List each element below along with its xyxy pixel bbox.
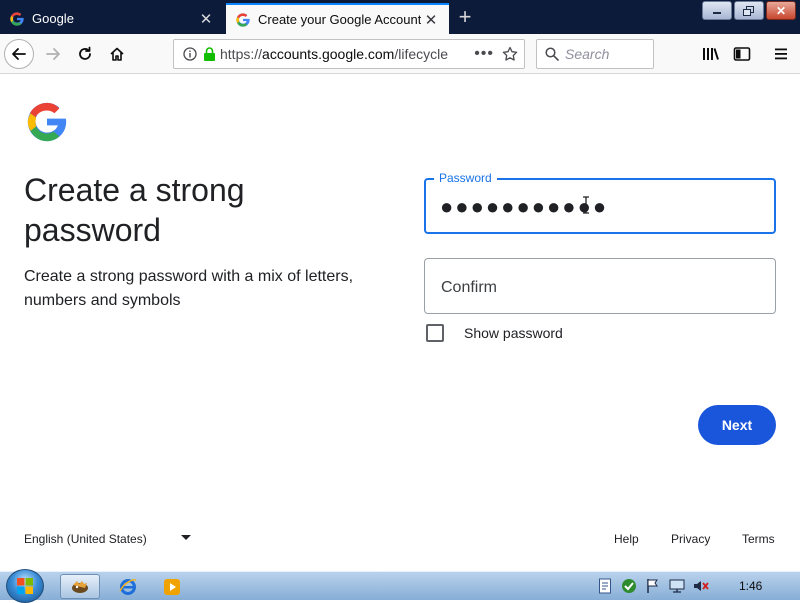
next-button[interactable]: Next (698, 405, 776, 445)
taskbar-firefox-button[interactable] (60, 574, 100, 599)
home-icon[interactable] (102, 39, 132, 69)
firefox-app-icon (72, 580, 88, 593)
show-password-toggle[interactable]: Show password (426, 324, 563, 342)
page-subtitle: Create a strong password with a mix of l… (24, 268, 354, 309)
forward-arrow-icon[interactable] (38, 39, 68, 69)
system-tray (596, 577, 710, 595)
footer-link-terms[interactable]: Terms (742, 532, 775, 546)
new-tab-plus-icon[interactable]: + (452, 5, 478, 31)
page-footer: English (United States) Help Privacy Ter… (0, 528, 800, 550)
google-g-icon (235, 12, 251, 28)
window-controls: ✕ (702, 1, 796, 20)
show-password-label[interactable]: Show password (464, 325, 563, 341)
tab-title: Create your Google Account (258, 12, 421, 27)
reload-icon[interactable] (70, 39, 100, 69)
password-field-label: Password (434, 171, 497, 185)
security-check-icon[interactable] (620, 577, 638, 595)
language-selector[interactable]: English (United States) (24, 532, 147, 546)
tab-strip: Google ✕ Create your Google Account ✕ + … (0, 0, 800, 34)
footer-link-help[interactable]: Help (614, 532, 639, 546)
taskbar-media-player-button[interactable] (152, 574, 192, 599)
url-scheme: https:// (220, 46, 263, 62)
volume-muted-icon[interactable] (692, 577, 710, 595)
action-center-flag-icon[interactable] (644, 577, 662, 595)
page-actions-ellipsis-icon[interactable]: ••• (474, 45, 494, 63)
search-placeholder: Search (565, 46, 610, 62)
tab-create-account[interactable]: Create your Google Account ✕ (226, 3, 449, 34)
search-icon (545, 47, 559, 61)
address-bar[interactable]: https://accounts.google.com/lifecycle ••… (173, 39, 525, 69)
back-arrow-icon[interactable] (4, 39, 34, 69)
close-tab-icon[interactable]: ✕ (421, 10, 441, 30)
url-text[interactable]: https://accounts.google.com/lifecycle (220, 46, 460, 62)
show-password-checkbox[interactable] (426, 324, 444, 342)
dropdown-arrow-icon[interactable] (181, 535, 191, 540)
search-bar[interactable]: Search (536, 39, 654, 69)
taskbar-ie-button[interactable] (108, 574, 148, 599)
url-path: /lifecycle (394, 46, 449, 62)
close-tab-icon[interactable]: ✕ (196, 9, 216, 29)
text-cursor-icon (582, 196, 590, 219)
windows-taskbar: 1:46 (0, 569, 800, 603)
navigation-toolbar: https://accounts.google.com/lifecycle ••… (0, 34, 800, 74)
confirm-password-field[interactable]: Confirm (424, 258, 776, 314)
internet-explorer-icon (119, 578, 137, 595)
document-tray-icon[interactable] (596, 577, 614, 595)
network-icon[interactable] (668, 577, 686, 595)
bookmark-star-icon[interactable] (502, 46, 518, 62)
page-title: Create a strong password (24, 172, 245, 248)
close-window-icon[interactable]: ✕ (766, 1, 796, 20)
restore-icon[interactable] (734, 1, 764, 20)
google-g-icon (9, 11, 25, 27)
library-icon[interactable] (696, 39, 726, 69)
start-button[interactable] (6, 569, 44, 603)
media-player-icon (164, 578, 180, 595)
footer-link-privacy[interactable]: Privacy (671, 532, 710, 546)
windows-logo-icon (17, 578, 33, 594)
taskbar-clock[interactable]: 1:46 (739, 579, 762, 593)
sidebar-toggle-icon[interactable] (727, 39, 757, 69)
password-field[interactable]: Password ●●●●●●●●●●● (424, 171, 776, 234)
hamburger-menu-icon[interactable] (766, 39, 796, 69)
lock-icon[interactable] (203, 46, 216, 62)
tab-google[interactable]: Google ✕ (0, 3, 224, 34)
url-host: accounts.google.com (262, 46, 395, 62)
minimize-icon[interactable] (702, 1, 732, 20)
info-icon[interactable] (183, 47, 197, 61)
confirm-field-placeholder: Confirm (441, 279, 498, 296)
google-logo (24, 99, 70, 145)
tab-title: Google (32, 11, 74, 26)
